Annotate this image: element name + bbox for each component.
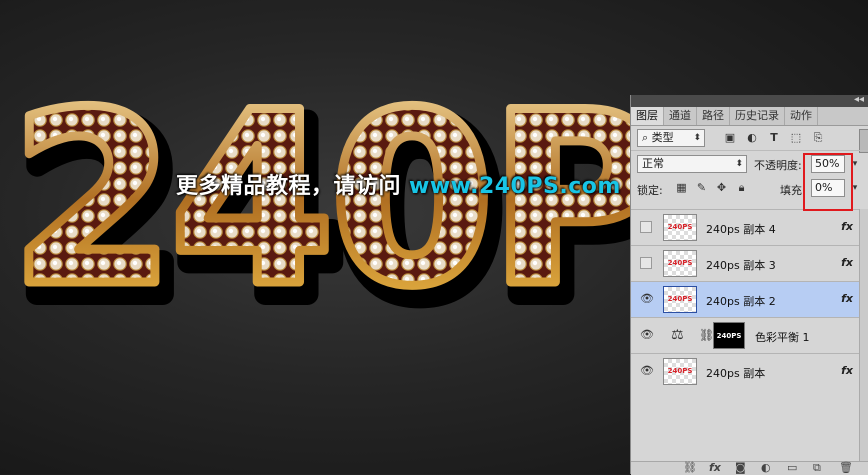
trash-icon[interactable]: 🗑︎ xyxy=(839,461,853,474)
watermark-text: 更多精品教程，请访问 www.240PS.com xyxy=(176,168,621,200)
fx-icon[interactable]: fx xyxy=(841,292,853,305)
layer-thumbnail: 240PS xyxy=(663,358,697,385)
new-adjustment-icon[interactable]: ◐ xyxy=(761,461,771,474)
lock-brush-icon[interactable]: ✎ xyxy=(695,181,708,194)
layer-row-color-balance[interactable]: 👁︎ ⚖ ⛓ 240PS 色彩平衡 1 xyxy=(631,317,859,353)
add-style-icon[interactable]: fx xyxy=(709,461,721,474)
eye-icon[interactable]: 👁︎ xyxy=(639,364,655,378)
lock-transparency-icon[interactable]: ▦ xyxy=(675,181,688,194)
eye-icon[interactable]: 👁︎ xyxy=(639,292,655,306)
lock-position-icon[interactable]: ✥ xyxy=(715,181,728,194)
lock-label: 锁定: xyxy=(637,184,663,197)
tab-history[interactable]: 历史记录 xyxy=(730,107,785,125)
updown-arrow-icon: ⬍ xyxy=(693,133,701,143)
watermark-url[interactable]: www.240PS.com xyxy=(409,174,621,199)
layer-name: 色彩平衡 1 xyxy=(755,331,810,344)
visibility-toggle-off[interactable] xyxy=(640,257,652,269)
filter-kind-label: 类型 xyxy=(651,131,674,144)
layers-panel: ◂◂ 图层 通道 路径 历史记录 动作 ⌕ 类型 ⬍ ▣ ◐ T ⬚ ⎘ 正常 … xyxy=(630,94,868,475)
lock-row: 锁定: ▦ ✎ ✥ 🔒︎ 填充: 0% ▾ xyxy=(631,176,868,200)
layer-name: 240ps 副本 2 xyxy=(706,295,776,308)
collapse-icon[interactable]: ◂◂ xyxy=(854,94,864,105)
blend-row: 正常 ⬍ 不透明度: 50% ▾ xyxy=(631,150,868,176)
fx-icon[interactable]: fx xyxy=(841,220,853,233)
blend-mode-select[interactable]: 正常 ⬍ xyxy=(637,155,747,173)
layer-name: 240ps 副本 3 xyxy=(706,259,776,272)
layer-name: 240ps 副本 4 xyxy=(706,223,776,236)
layer-thumbnail: 240PS xyxy=(663,250,697,277)
fx-icon[interactable]: fx xyxy=(841,364,853,377)
layer-thumbnail: 240PS xyxy=(663,214,697,241)
new-layer-icon[interactable]: ⧉ xyxy=(813,461,821,475)
fill-dropdown-icon[interactable]: ▾ xyxy=(849,179,861,197)
tab-channels[interactable]: 通道 xyxy=(664,107,697,125)
layer-thumbnail: 240PS xyxy=(663,286,697,313)
tab-actions[interactable]: 动作 xyxy=(785,107,818,125)
layer-row-copy-4[interactable]: 240PS 240ps 副本 4 fx xyxy=(631,209,859,245)
chain-link-icon[interactable]: ⛓ xyxy=(699,328,714,342)
tab-paths[interactable]: 路径 xyxy=(697,107,730,125)
add-mask-icon[interactable]: ◙ xyxy=(735,461,746,474)
layer-mask-thumbnail: 240PS xyxy=(713,322,745,349)
filter-type-icon[interactable]: T xyxy=(767,131,781,145)
panel-tabs: 图层 通道 路径 历史记录 动作 xyxy=(631,107,868,126)
filter-smartobject-icon[interactable]: ⎘ xyxy=(811,131,825,145)
updown-arrow-icon: ⬍ xyxy=(735,159,743,169)
opacity-input[interactable]: 50% xyxy=(811,155,845,173)
new-group-icon[interactable]: ▭ xyxy=(787,461,797,474)
fill-label: 填充: xyxy=(780,184,806,197)
layer-row-copy[interactable]: 👁︎ 240PS 240ps 副本 fx xyxy=(631,353,859,389)
blend-mode-value: 正常 xyxy=(642,157,664,170)
layers-list: 240PS 240ps 副本 4 fx 240PS 240ps 副本 3 fx … xyxy=(631,209,859,389)
opacity-dropdown-icon[interactable]: ▾ xyxy=(849,155,861,173)
balance-scale-icon: ⚖ xyxy=(671,327,684,343)
fx-icon[interactable]: fx xyxy=(841,256,853,269)
layer-name: 240ps 副本 xyxy=(706,367,766,380)
filter-shape-icon[interactable]: ⬚ xyxy=(789,131,803,145)
eye-icon[interactable]: 👁︎ xyxy=(639,328,655,342)
filter-kind-select[interactable]: ⌕ 类型 ⬍ xyxy=(637,129,705,147)
tab-layers[interactable]: 图层 xyxy=(631,107,664,125)
filter-pixel-icon[interactable]: ▣ xyxy=(723,131,737,145)
panel-header-bar: ◂◂ xyxy=(631,94,868,107)
link-layers-icon[interactable]: ⛓ xyxy=(683,461,697,474)
big-text-main: 240P xyxy=(10,62,657,339)
fill-input[interactable]: 0% xyxy=(811,179,845,197)
panel-footer: ⛓ fx ◙ ◐ ▭ ⧉ 🗑︎ xyxy=(631,461,868,475)
visibility-toggle-off[interactable] xyxy=(640,221,652,233)
search-icon: ⌕ xyxy=(642,131,649,144)
filter-row: ⌕ 类型 ⬍ ▣ ◐ T ⬚ ⎘ xyxy=(631,126,868,153)
opacity-label: 不透明度: xyxy=(754,159,802,172)
filter-adjustment-icon[interactable]: ◐ xyxy=(745,131,759,145)
layers-scrollbar[interactable] xyxy=(859,209,868,461)
layer-row-copy-3[interactable]: 240PS 240ps 副本 3 fx xyxy=(631,245,859,281)
lock-all-icon[interactable]: 🔒︎ xyxy=(735,181,748,194)
watermark-chinese: 更多精品教程，请访问 xyxy=(176,174,402,199)
layer-row-copy-2[interactable]: 👁︎ 240PS 240ps 副本 2 fx xyxy=(631,281,859,317)
